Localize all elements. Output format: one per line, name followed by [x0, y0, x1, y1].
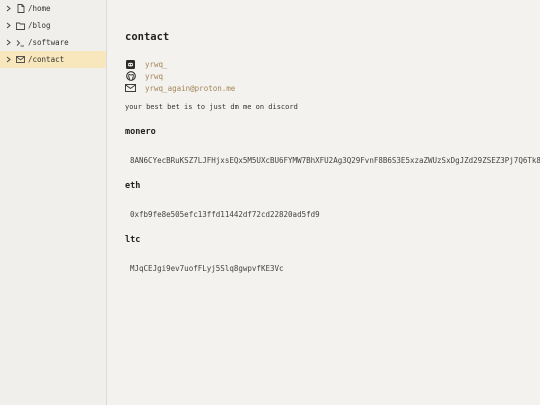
mail-icon	[16, 55, 25, 64]
chevron-right-icon	[4, 22, 12, 29]
sidebar-item-software[interactable]: /software	[0, 34, 106, 51]
sidebar-item-label: /blog	[28, 21, 51, 30]
file-icon	[16, 4, 25, 13]
github-link[interactable]: yrwq	[145, 72, 163, 81]
folder-icon	[16, 21, 25, 30]
contact-list: yrwq_ yrwq yrwq_again@proton.me	[125, 58, 235, 94]
ltc-heading: ltc	[125, 235, 141, 245]
discord-link[interactable]: yrwq_	[145, 60, 168, 69]
sidebar-item-contact[interactable]: /contact	[0, 51, 106, 68]
mail-icon	[125, 83, 136, 94]
github-icon	[125, 71, 136, 82]
main-content: contact yrwq_ yrwq yrwq_again@proton.me …	[125, 0, 540, 405]
email-link[interactable]: yrwq_again@proton.me	[145, 84, 235, 93]
contact-email: yrwq_again@proton.me	[125, 82, 235, 94]
sidebar-item-label: /software	[28, 38, 69, 47]
chevron-right-icon	[4, 39, 12, 46]
sidebar-item-blog[interactable]: /blog	[0, 17, 106, 34]
page-title: contact	[125, 31, 170, 43]
discord-icon	[125, 59, 136, 70]
monero-address[interactable]: 8AN6CYecBRuKSZ7LJFHjxsEQx5M5UXcBU6FYMW7B…	[130, 156, 540, 165]
sidebar-item-home[interactable]: /home	[0, 0, 106, 17]
contact-discord: yrwq_	[125, 58, 235, 70]
sidebar-item-label: /contact	[28, 55, 65, 64]
eth-heading: eth	[125, 181, 141, 191]
chevron-right-icon	[4, 5, 12, 12]
contact-note: your best bet is to just dm me on discor…	[125, 103, 298, 111]
terminal-icon	[16, 38, 25, 47]
eth-address[interactable]: 0xfb9fe8e505efc13ffd11442df72cd22820ad5f…	[130, 210, 320, 219]
app-layout: /home /blog /software /contact contact y…	[0, 0, 540, 405]
contact-github: yrwq	[125, 70, 235, 82]
ltc-address[interactable]: MJqCEJgi9ev7uofFLyj5Slq8gwpvfKE3Vc	[130, 264, 284, 273]
chevron-right-icon	[4, 56, 12, 63]
sidebar: /home /blog /software /contact	[0, 0, 107, 405]
monero-heading: monero	[125, 127, 156, 137]
sidebar-item-label: /home	[28, 4, 51, 13]
